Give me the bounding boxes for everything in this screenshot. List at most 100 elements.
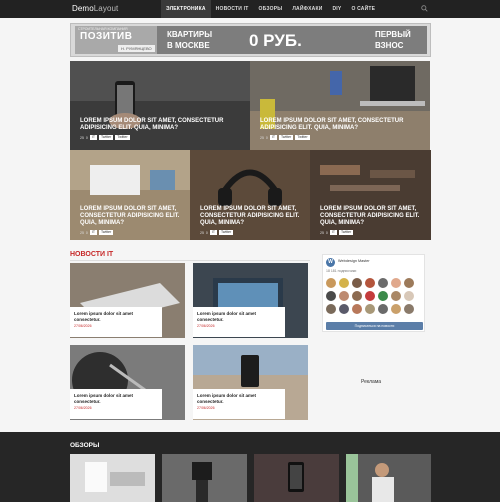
member-avatar[interactable] [365, 278, 375, 288]
tag[interactable]: IT [329, 230, 337, 235]
banner-line-2: В МОСКВЕ [167, 41, 210, 50]
site-logo[interactable]: DemoLayout [72, 4, 118, 13]
news-title[interactable]: Lorem ipsum dolor sit amet consectetur. [74, 393, 158, 404]
subscribe-button[interactable]: Подписаться на новости [326, 322, 423, 330]
widget-subscriber-count: 18 181 подписчики [326, 269, 357, 273]
news-card[interactable]: Lorem ipsum dolor sit amet consectetur. … [193, 345, 308, 420]
reviews-section: ОБЗОРЫ [0, 432, 500, 502]
banner-brand-name: ПОЗИТИВ [80, 31, 133, 42]
news-card[interactable]: Lorem ipsum dolor sit amet consectetur. … [193, 263, 308, 338]
search-icon[interactable] [421, 5, 428, 12]
hero-meta: 25 0 IT Twitter [80, 230, 114, 235]
member-avatar[interactable] [404, 291, 414, 301]
hero-title: LOREM IPSUM DOLOR SIT AMET, CONSECTETUR … [260, 118, 404, 131]
tag[interactable]: Twitter [338, 230, 354, 235]
banner-district: Н. РУМЯНЦЕВО [118, 45, 155, 52]
nav-item-lifehacks[interactable]: ЛАЙФХАКИ [287, 0, 327, 18]
banner-offer: КВАРТИРЫ В МОСКВЕ 0 РУБ. ПЕРВЫЙ ВЗНОС [157, 26, 427, 54]
views-count: 25 [260, 135, 264, 140]
hero-title: LOREM IPSUM DOLOR SIT AMET, CONSECTETUR … [320, 206, 420, 226]
banner-price: 0 РУБ. [249, 31, 302, 50]
widget-member-avatars [326, 278, 422, 314]
review-image-phone[interactable] [254, 454, 339, 502]
likes-count: 0 [85, 230, 88, 235]
tag[interactable]: Twitter [295, 135, 310, 140]
news-card[interactable]: Lorem ipsum dolor sit amet consectetur. … [70, 345, 185, 420]
banner-line-1: КВАРТИРЫ [167, 30, 213, 39]
banner-right-2: ВЗНОС [375, 41, 404, 50]
hero-title: LOREM IPSUM DOLOR SIT AMET, CONSECTETUR … [80, 206, 180, 226]
member-avatar[interactable] [404, 304, 414, 314]
review-image-device[interactable] [70, 454, 155, 502]
member-avatar[interactable] [378, 304, 388, 314]
news-date: 27/06/2026 [197, 406, 215, 410]
top-navigation-bar: DemoLayout ЭЛЕКТРОНИКА НОВОСТИ IT ОБЗОРЫ… [0, 0, 500, 18]
views-count: 25 [80, 230, 84, 235]
member-avatar[interactable] [326, 278, 336, 288]
review-image-camera[interactable] [162, 454, 247, 502]
likes-count: 0 [205, 230, 208, 235]
review-image-person[interactable] [346, 454, 431, 502]
member-avatar[interactable] [339, 291, 349, 301]
nav-item-about[interactable]: О САЙТЕ [346, 0, 380, 18]
hero-meta: 25 0 IT Twitter Twitter [80, 135, 130, 140]
hero-title: LOREM IPSUM DOLOR SIT AMET, CONSECTETUR … [200, 206, 300, 226]
hero-meta: 25 0 IT Twitter Twitter [260, 135, 310, 140]
nav-item-diy[interactable]: DIY [328, 0, 347, 18]
member-avatar[interactable] [339, 278, 349, 288]
widget-avatar[interactable]: W [326, 258, 335, 267]
hero-card[interactable]: LOREM IPSUM DOLOR SIT AMET, CONSECTETUR … [70, 61, 250, 150]
hero-card[interactable]: LOREM IPSUM DOLOR SIT AMET, CONSECTETUR … [250, 61, 430, 150]
section-title-news: НОВОСТИ IT [70, 251, 114, 258]
tag[interactable]: IT [89, 135, 97, 140]
member-avatar[interactable] [391, 291, 401, 301]
news-caption: Lorem ipsum dolor sit amet consectetur. … [70, 307, 162, 337]
section-divider [70, 260, 310, 261]
hero-meta: 25 0 IT Twitter [200, 230, 234, 235]
hero-title: LOREM IPSUM DOLOR SIT AMET, CONSECTETUR … [80, 118, 224, 131]
banner-right-1: ПЕРВЫЙ [375, 30, 411, 39]
tag[interactable]: Twitter [218, 230, 234, 235]
news-title[interactable]: Lorem ipsum dolor sit amet consectetur. [74, 311, 158, 322]
member-avatar[interactable] [339, 304, 349, 314]
news-card[interactable]: Lorem ipsum dolor sit amet consectetur. … [70, 263, 185, 338]
widget-title[interactable]: Webdesign Master [338, 259, 370, 263]
member-avatar[interactable] [404, 278, 414, 288]
news-date: 27/06/2026 [74, 324, 92, 328]
tag[interactable]: Twitter [278, 135, 294, 140]
sidebar-ad-label: Реклама [361, 379, 382, 385]
member-avatar[interactable] [326, 291, 336, 301]
tag[interactable]: IT [269, 135, 277, 140]
tag[interactable]: Twitter [98, 230, 114, 235]
member-avatar[interactable] [365, 304, 375, 314]
member-avatar[interactable] [378, 291, 388, 301]
member-avatar[interactable] [352, 304, 362, 314]
member-avatar[interactable] [378, 278, 388, 288]
tag[interactable]: Twitter [98, 135, 114, 140]
banner-brand-block: СТРОИТЕЛЬНАЯ КОМПАНИЯ ПОЗИТИВ Н. РУМЯНЦЕ… [75, 26, 157, 54]
nav-item-reviews[interactable]: ОБЗОРЫ [254, 0, 288, 18]
news-caption: Lorem ipsum dolor sit amet consectetur. … [193, 307, 285, 337]
ad-banner[interactable]: СТРОИТЕЛЬНАЯ КОМПАНИЯ ПОЗИТИВ Н. РУМЯНЦЕ… [70, 23, 431, 57]
hero-card[interactable]: LOREM IPSUM DOLOR SIT AMET, CONSECTETUR … [190, 150, 310, 240]
member-avatar[interactable] [326, 304, 336, 314]
news-title[interactable]: Lorem ipsum dolor sit amet consectetur. [197, 311, 281, 322]
news-title[interactable]: Lorem ipsum dolor sit amet consectetur. [197, 393, 281, 404]
section-title-reviews: ОБЗОРЫ [70, 442, 100, 449]
views-count: 25 [80, 135, 84, 140]
nav-item-it-news[interactable]: НОВОСТИ IT [211, 0, 254, 18]
nav-item-electronics[interactable]: ЭЛЕКТРОНИКА [161, 0, 211, 18]
views-count: 25 [320, 230, 324, 235]
member-avatar[interactable] [352, 291, 362, 301]
tag[interactable]: Twitter [115, 135, 130, 140]
hero-card[interactable]: LOREM IPSUM DOLOR SIT AMET, CONSECTETUR … [310, 150, 431, 240]
member-avatar[interactable] [391, 278, 401, 288]
member-avatar[interactable] [352, 278, 362, 288]
member-avatar[interactable] [391, 304, 401, 314]
tag[interactable]: IT [89, 230, 97, 235]
member-avatar[interactable] [365, 291, 375, 301]
tag[interactable]: IT [209, 230, 217, 235]
community-widget: W Webdesign Master 18 181 подписчики Под… [322, 254, 425, 332]
hero-card[interactable]: LOREM IPSUM DOLOR SIT AMET, CONSECTETUR … [70, 150, 190, 240]
likes-count: 0 [265, 135, 268, 140]
